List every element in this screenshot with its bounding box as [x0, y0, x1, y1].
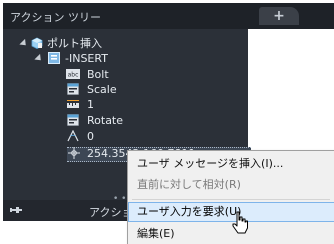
tree-item-rotate-value[interactable]: 0: [3, 129, 248, 144]
tree-item-scale[interactable]: Scale: [3, 82, 248, 97]
new-drawing-tab-button[interactable]: +: [259, 7, 299, 25]
ruler-icon: [67, 100, 79, 108]
tree-item-label: Bolt: [87, 68, 109, 81]
pin-icon[interactable]: [10, 205, 22, 215]
tree-item-insert[interactable]: -INSERT: [3, 51, 248, 66]
menu-item-request-user-input[interactable]: ユーザ入力を要求(U): [128, 202, 334, 222]
menu-item-relative-to-previous: 直前に対して相対(R): [137, 178, 241, 191]
rotate-value-icon: [67, 114, 79, 126]
expand-toggle-icon[interactable]: [34, 53, 44, 64]
tree-item-label: Rotate: [87, 114, 124, 127]
block-icon: [31, 37, 43, 49]
tree-item-label: ポルト挿入: [47, 37, 102, 50]
panel-title: アクション ツリー: [10, 11, 101, 24]
tree-item-rotate[interactable]: Rotate: [3, 113, 248, 128]
insert-command-icon: [48, 52, 60, 64]
point-icon: [68, 147, 80, 159]
context-menu: ユーザ メッセージを挿入(I)... 直前に対して相対(R) ユーザ入力を要求(…: [127, 150, 334, 244]
tree-item-bolt[interactable]: abc Bolt: [3, 67, 248, 82]
tree-item-scale-value[interactable]: 1: [3, 97, 248, 112]
autocad-window: + アクション ツリー ポルト挿入 -INSERT abc Bolt Scale…: [0, 0, 334, 244]
tree-item-label: Scale: [87, 83, 117, 96]
expand-toggle-icon[interactable]: [19, 38, 29, 49]
text-value-icon: abc: [66, 69, 80, 79]
menu-separator: [132, 199, 330, 200]
tree-item-label: -INSERT: [65, 52, 108, 65]
hand-cursor-icon: [232, 211, 248, 234]
menu-item-insert-user-message[interactable]: ユーザ メッセージを挿入(I)...: [128, 154, 334, 174]
drawing-tabs-strip: +: [248, 3, 334, 29]
angle-icon: [67, 130, 79, 142]
svg-text:abc: abc: [68, 72, 79, 79]
tree-item-root[interactable]: ポルト挿入: [3, 36, 248, 51]
panel-header: アクション ツリー: [3, 3, 248, 29]
tree-item-label: 1: [87, 98, 94, 111]
tree-item-label: 0: [87, 130, 94, 143]
menu-item-edit[interactable]: 編集(E): [128, 224, 334, 244]
scale-icon: [67, 83, 79, 95]
